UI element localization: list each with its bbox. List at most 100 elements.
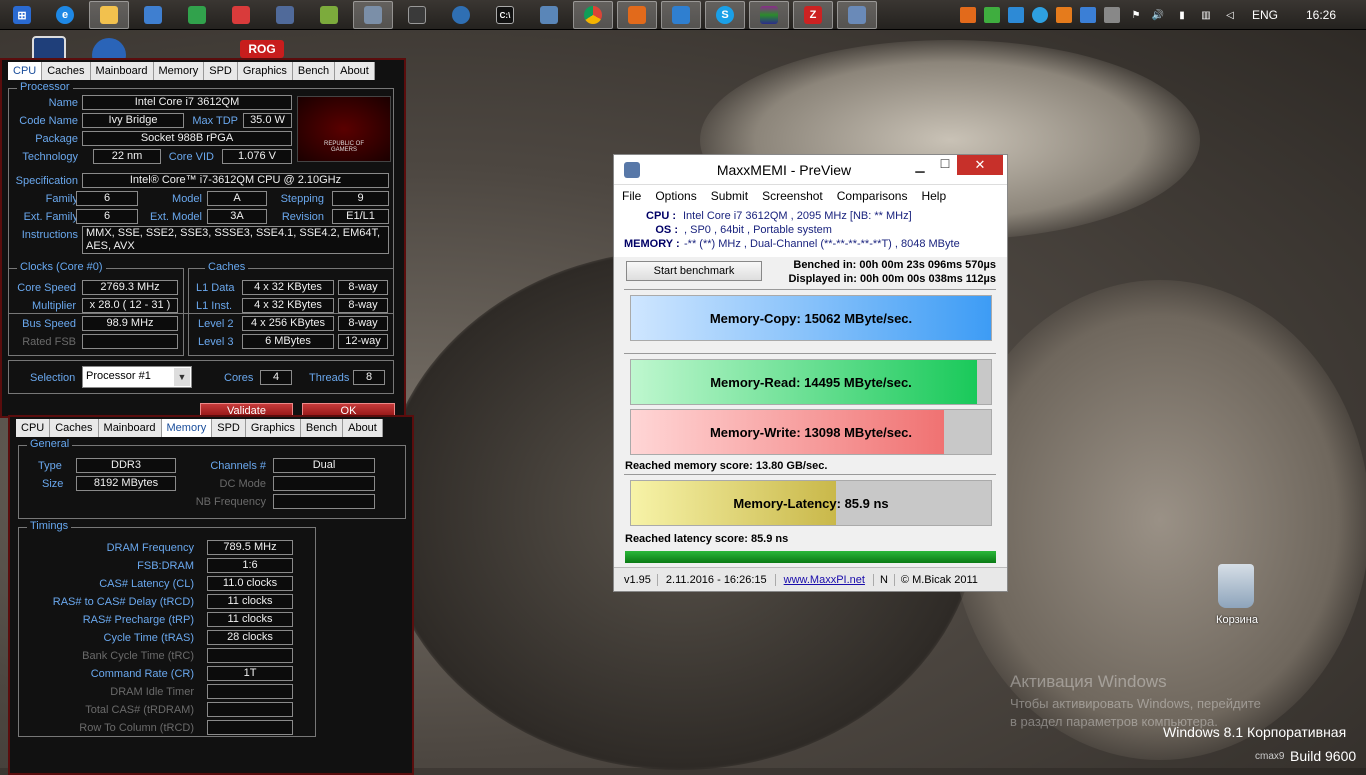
taskbar-app-18[interactable]: Z [793,1,833,29]
tab-memory[interactable]: Memory [154,62,205,80]
maximize-button[interactable]: ☐ [932,157,958,177]
tab-bench[interactable]: Bench [301,419,344,437]
selection-label: Selection [30,372,76,384]
tray-network-icon[interactable] [1008,7,1024,23]
title-bar: MaxxMEMI - PreView ▁ ☐ ✕ [614,155,1007,185]
rog-desktop-icon[interactable]: ROG [240,40,284,58]
tab-caches[interactable]: Caches [42,62,91,80]
stepping-value: 9 [332,191,389,206]
taskbar-maxxmem[interactable] [837,1,877,29]
start-button[interactable]: ⊞ [2,1,42,29]
timing-label: Row To Column (tRCD) [79,722,194,734]
monitor-icon [188,6,206,24]
taskbar-app-7[interactable] [309,1,349,29]
processor-title: Processor [17,81,73,93]
taskbar-skype[interactable]: S [705,1,745,29]
tab-caches[interactable]: Caches [50,419,99,437]
tray-box-icon[interactable] [960,7,976,23]
skype-icon: S [716,6,734,24]
revision-label: Revision [281,211,324,223]
minimize-button[interactable]: ▁ [906,159,934,179]
memory-value: -** (**) MHz , Dual-Channel (**-**-**-**… [684,238,960,250]
recycle-bin-icon[interactable] [1218,564,1254,608]
cores-label: Cores [224,372,254,384]
clock[interactable]: 16:26 [1306,8,1336,22]
tray-shield-icon[interactable] [984,7,1000,23]
windows-icon: ⊞ [13,6,31,24]
menu-options[interactable]: Options [655,189,696,203]
l2-value: 4 x 256 KBytes [242,316,334,331]
taskbar-app-14[interactable] [617,1,657,29]
taskbar-app-10[interactable] [441,1,481,29]
tray-ie-icon[interactable] [1032,7,1048,23]
menu-help[interactable]: Help [921,189,946,203]
tab-graphics[interactable]: Graphics [238,62,293,80]
taskbar-chrome[interactable] [573,1,613,29]
taskbar-app-6[interactable] [265,1,305,29]
benched-time: Benched in: 00h 00m 23s 096ms 570µs [793,259,996,271]
taskbar-cmd[interactable]: C:\ [485,1,525,29]
recycle-bin-label[interactable]: Корзина [1205,614,1269,626]
channels-value: Dual [273,458,375,473]
taskbar-app-4[interactable] [177,1,217,29]
taskbar-app-9[interactable] [397,1,437,29]
tab-bench[interactable]: Bench [293,62,336,80]
dcmode-label: DC Mode [219,478,266,490]
taskbar-explorer[interactable] [89,1,129,29]
latency-bar-text: Memory-Latency: 85.9 ns [733,495,889,511]
taskbar-app-15[interactable] [661,1,701,29]
tray-chip-icon[interactable] [1104,7,1120,23]
tray-monitor-icon[interactable] [1080,7,1096,23]
start-benchmark-button[interactable]: Start benchmark [626,261,762,281]
taskbar-winrar[interactable] [749,1,789,29]
tab-mainboard[interactable]: Mainboard [91,62,154,80]
tab-cpu[interactable]: CPU [8,62,43,80]
signal-icon[interactable]: ▥ [1198,7,1214,23]
l1d-label: L1 Data [196,282,235,294]
tab-mainboard[interactable]: Mainboard [99,419,162,437]
tab-spd[interactable]: SPD [204,62,238,80]
tab-about[interactable]: About [335,62,375,80]
maxxmem-window: MaxxMEMI - PreView ▁ ☐ ✕ File Options Subm… [613,154,1008,592]
display-icon [672,6,690,24]
tray-edit-icon[interactable] [1056,7,1072,23]
battery-icon[interactable]: ▮ [1174,7,1190,23]
tab-about[interactable]: About [343,419,383,437]
menu-file[interactable]: File [622,189,641,203]
tab-graphics[interactable]: Graphics [246,419,301,437]
timing-value: 11 clocks [207,612,293,627]
timing-value: 11 clocks [207,594,293,609]
timing-value: 1T [207,666,293,681]
url-link[interactable]: www.MaxxPI.net [776,573,874,586]
chevron-down-icon[interactable]: ▼ [174,368,190,386]
tab-cpu[interactable]: CPU [16,419,51,437]
taskbar-app-5[interactable] [221,1,261,29]
tab-spd[interactable]: SPD [212,419,246,437]
volume-icon[interactable]: 🔊 [1150,7,1166,23]
language-indicator[interactable]: ENG [1252,8,1278,22]
l3-value: 6 MBytes [242,334,334,349]
timing-label: DRAM Frequency [106,542,194,554]
flag-icon[interactable]: ⚑ [1128,7,1144,23]
menu-submit[interactable]: Submit [711,189,748,203]
clocks-title: Clocks (Core #0) [17,261,106,273]
taskbar-app-3[interactable] [133,1,173,29]
cpuz-window-memory: CPU Caches Mainboard Memory SPD Graphics Bench… [8,415,414,775]
timing-value [207,702,293,717]
name-value: Intel Core i7 3612QM [82,95,292,110]
close-button[interactable]: ✕ [957,155,1003,175]
menu-screenshot[interactable]: Screenshot [762,189,823,203]
menu-bar: File Options Submit Screenshot Comparisons He… [614,185,1007,207]
ie-icon: e [56,6,74,24]
l1d-way: 8-way [338,280,388,295]
taskbar-ie[interactable]: e [45,1,85,29]
taskbar-cpuz[interactable] [353,1,393,29]
speaker-icon[interactable]: ◁ [1222,7,1238,23]
remote-icon [232,6,250,24]
taskbar-app-12[interactable] [529,1,569,29]
tab-memory[interactable]: Memory [161,419,213,437]
technology-value: 22 nm [93,149,161,164]
maxtdp-value: 35.0 W [243,113,292,128]
menu-comparisons[interactable]: Comparisons [837,189,908,203]
rog-logo-line2: GAMERS [330,147,357,153]
